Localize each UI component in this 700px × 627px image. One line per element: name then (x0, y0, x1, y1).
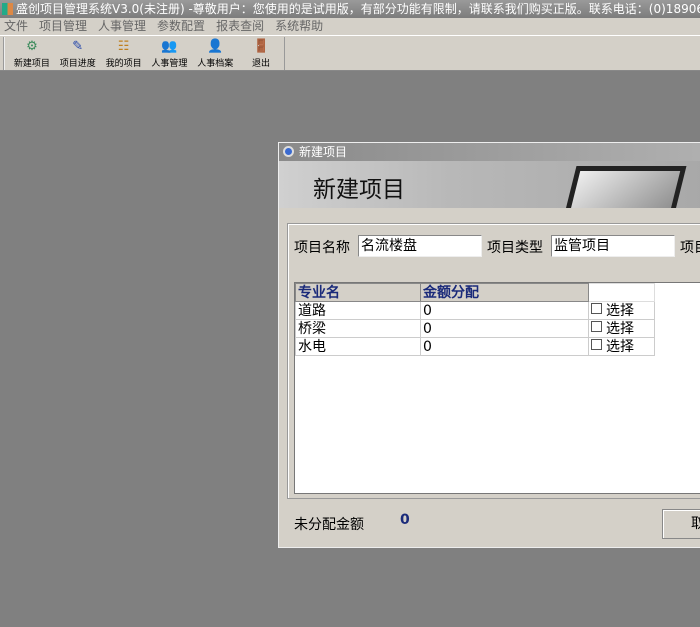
dialog-banner: 新建项目 (279, 161, 700, 208)
toolbar-button[interactable]: 👥 人事管理 (146, 37, 192, 70)
toolbar-button[interactable]: ☷ 我的项目 (101, 37, 147, 70)
app-title-bar: 盛创项目管理系统V3.0(未注册) -尊敬用户：您使用的是试用版，有部分功能有限… (0, 0, 700, 18)
project-third-label: 项目 (680, 240, 700, 256)
select-checkbox[interactable] (591, 338, 602, 350)
new-project-dialog: 新建项目 新建项目 项目名称 名流楼盘 项目类型 监管项目 项目 专业名金额分配… (278, 142, 700, 548)
app-icon (2, 3, 13, 15)
toolbar-button-label: 退出 (252, 59, 271, 69)
dialog-title-bar[interactable]: 新建项目 (279, 143, 700, 161)
select-label: 选择 (606, 320, 634, 337)
header-specialty: 专业名 (295, 283, 421, 302)
table-row[interactable]: 水电 0 选择 (295, 337, 655, 356)
pen-icon: ✎ (72, 39, 84, 54)
menu-help[interactable]: 系统帮助 (275, 18, 323, 35)
amount-cell[interactable]: 0 (420, 337, 589, 356)
select-cell[interactable]: 选择 (588, 301, 655, 320)
app-title: 盛创项目管理系统V3.0(未注册) -尊敬用户：您使用的是试用版，有部分功能有限… (16, 2, 700, 16)
monitor-graphic (561, 166, 687, 208)
dialog-icon (283, 146, 294, 157)
specialty-cell: 道路 (295, 301, 421, 320)
person-file-icon: 👤 (207, 39, 224, 54)
select-label: 选择 (606, 302, 634, 319)
cancel-button[interactable]: 取 (662, 509, 700, 539)
select-checkbox[interactable] (591, 320, 602, 332)
people-icon: 👥 (161, 39, 178, 54)
menu-params[interactable]: 参数配置 (157, 18, 205, 35)
select-label: 选择 (606, 338, 634, 355)
toolbar-button[interactable]: ✎ 项目进度 (55, 37, 101, 70)
project-name-input[interactable]: 名流楼盘 (358, 235, 482, 257)
new-project-icon: ⚙ (26, 39, 38, 54)
project-groupbox: 项目名称 名流楼盘 项目类型 监管项目 项目 专业名金额分配 道路0选择桥梁0选… (287, 223, 700, 499)
unallocated-value: 0 (400, 512, 410, 528)
allocation-grid: 专业名 金额分配 道路 0 选择 桥梁 0 选择 水电 0 选择 (294, 282, 700, 494)
table-row[interactable]: 道路 0 选择 (295, 301, 655, 320)
specialty-cell: 桥梁 (295, 319, 421, 338)
header-amount: 金额分配 (420, 283, 589, 302)
menu-personnel[interactable]: 人事管理 (98, 18, 146, 35)
toolbar-button-label: 新建项目 (13, 59, 50, 69)
amount-cell[interactable]: 0 (420, 319, 589, 338)
toolbar-button-label: 人事管理 (151, 59, 188, 69)
toolbar-button[interactable]: 👤 人事档案 (192, 37, 238, 70)
menu-reports[interactable]: 报表查阅 (216, 18, 264, 35)
menu-project[interactable]: 项目管理 (39, 18, 87, 35)
menu-bar: 文件 项目管理 人事管理 参数配置 报表查阅 系统帮助 (0, 18, 700, 35)
dialog-title: 新建项目 (299, 145, 348, 159)
project-name-label: 项目名称 (294, 240, 350, 256)
toolbar-button[interactable]: ⚙ 新建项目 (9, 37, 55, 70)
list-icon: ☷ (117, 39, 130, 54)
project-type-label: 项目类型 (487, 240, 543, 256)
banner-title: 新建项目 (313, 177, 405, 203)
select-cell[interactable]: 选择 (588, 319, 655, 338)
select-checkbox[interactable] (591, 302, 602, 314)
project-type-input[interactable]: 监管项目 (551, 235, 675, 257)
toolbar-button-label: 我的项目 (105, 59, 142, 69)
specialty-cell: 水电 (295, 337, 421, 356)
table-row[interactable]: 桥梁 0 选择 (295, 319, 655, 338)
toolbar-button-label: 项目进度 (59, 59, 96, 69)
menu-file[interactable]: 文件 (4, 18, 28, 35)
amount-cell[interactable]: 0 (420, 301, 589, 320)
select-cell[interactable]: 选择 (588, 337, 655, 356)
exit-door-icon: 🚪 (253, 39, 270, 54)
unallocated-label: 未分配金额 (294, 517, 364, 533)
toolbar-button[interactable]: 🚪 退出 (238, 37, 284, 70)
toolbar: ⚙ 新建项目 ✎ 项目进度 ☷ 我的项目 👥 人事管理 👤 人事档案 🚪 退出 (0, 35, 700, 71)
toolbar-button-label: 人事档案 (197, 59, 234, 69)
